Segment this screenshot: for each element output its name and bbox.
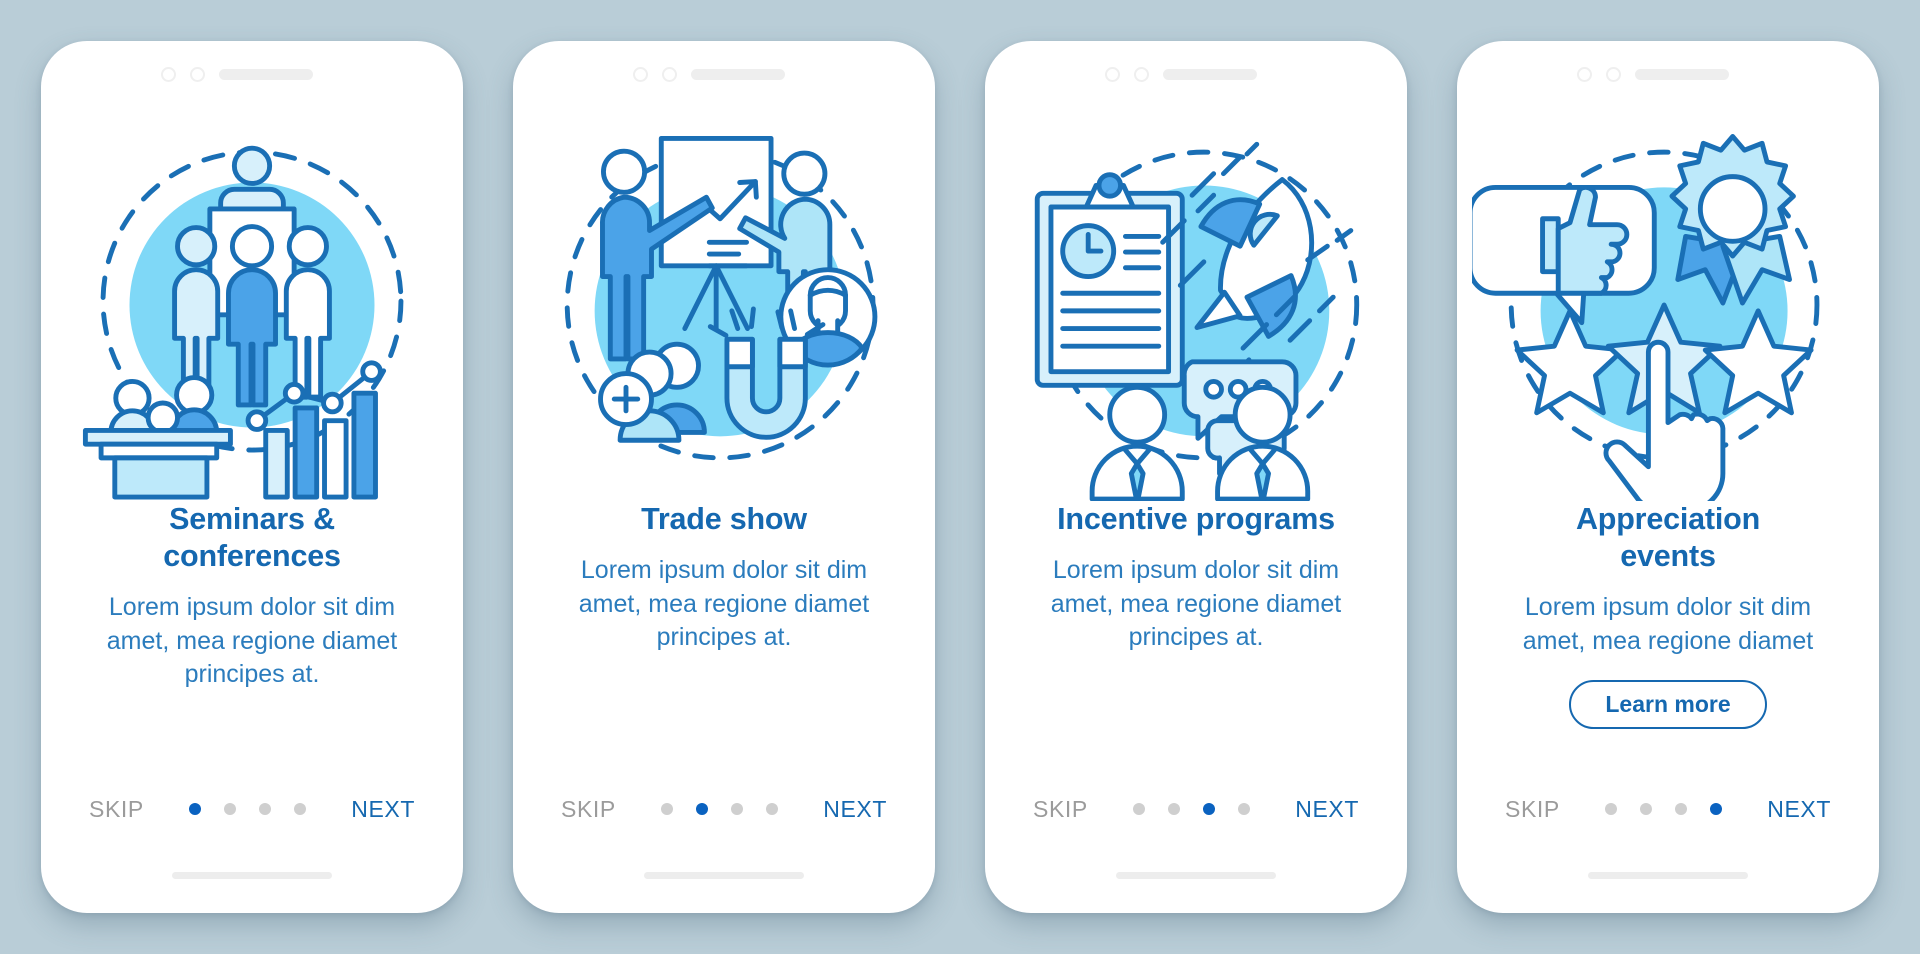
- phone-status-row: [1457, 41, 1879, 107]
- page-indicator-dots: [189, 803, 307, 815]
- page-indicator-dots: [1133, 803, 1251, 815]
- home-indicator[interactable]: [1116, 871, 1276, 879]
- camera-icon: [633, 66, 648, 82]
- page-dot-2[interactable]: [1640, 803, 1653, 815]
- next-button[interactable]: NEXT: [823, 796, 887, 823]
- onboarding-nav: SKIP NEXT: [985, 781, 1407, 837]
- card-text-trade-show: Trade show Lorem ipsum dolor sit dim ame…: [513, 501, 935, 781]
- page-dot-3[interactable]: [1203, 803, 1216, 815]
- phone-status-row: [985, 41, 1407, 107]
- page-dot-1[interactable]: [1605, 803, 1618, 815]
- page-dot-1[interactable]: [1133, 803, 1146, 815]
- page-description-line-3: principes at.: [1128, 623, 1264, 652]
- page-dot-2[interactable]: [1168, 803, 1181, 815]
- home-indicator[interactable]: [1588, 871, 1748, 879]
- camera-icon: [161, 66, 176, 82]
- incentive-programs-illustration: [1000, 109, 1392, 501]
- page-dot-3[interactable]: [1675, 803, 1688, 815]
- camera-icon: [1577, 66, 1592, 82]
- phone-screen-trade-show: Trade show Lorem ipsum dolor sit dim ame…: [513, 41, 935, 913]
- page-dot-1[interactable]: [189, 803, 202, 815]
- onboarding-nav: SKIP NEXT: [1457, 781, 1879, 837]
- phone-status-row: [41, 41, 463, 107]
- page-description-line-2: amet, mea regione diamet: [578, 589, 870, 618]
- home-indicator[interactable]: [644, 871, 804, 879]
- page-title: Incentive programs: [1057, 502, 1335, 536]
- trade-show-illustration: [528, 109, 920, 501]
- page-title-line-2: events: [1620, 539, 1716, 574]
- page-dot-3[interactable]: [731, 803, 744, 815]
- speaker-icon: [1635, 68, 1729, 80]
- phone-screen-seminars-conferences: Seminars & conferences Lorem ipsum dolor…: [41, 41, 463, 913]
- skip-button[interactable]: SKIP: [89, 796, 144, 823]
- page-description: Lorem ipsum dolor sit dim amet, mea regi…: [573, 554, 875, 655]
- page-indicator-dots: [661, 803, 779, 815]
- page-description-line-1: Lorem ipsum dolor sit dim: [108, 593, 396, 622]
- page-dot-3[interactable]: [259, 803, 272, 815]
- camera-icon: [1105, 66, 1120, 82]
- page-description: Lorem ipsum dolor sit dim amet, mea regi…: [1045, 554, 1347, 655]
- card-text-appreciation-events: Appreciation events Lorem ipsum dolor si…: [1457, 501, 1879, 781]
- page-description-line-2: amet, mea regione diamet: [1522, 626, 1814, 655]
- page-dot-4[interactable]: [1238, 803, 1251, 815]
- sensor-icon: [662, 66, 677, 82]
- onboarding-nav: SKIP NEXT: [41, 781, 463, 837]
- home-indicator-area: [41, 837, 463, 913]
- page-description-line-3: principes at.: [184, 660, 320, 689]
- phone-screen-incentive-programs: Incentive programs Lorem ipsum dolor sit…: [985, 41, 1407, 913]
- home-indicator[interactable]: [172, 871, 332, 879]
- page-description: Lorem ipsum dolor sit dim amet, mea regi…: [1517, 591, 1819, 658]
- speaker-icon: [219, 68, 313, 80]
- home-indicator-area: [1457, 837, 1879, 913]
- page-description-line-1: Lorem ipsum dolor sit dim: [1524, 593, 1812, 622]
- sensor-icon: [1606, 66, 1621, 82]
- page-indicator-dots: [1605, 803, 1723, 815]
- sensor-icon: [1134, 66, 1149, 82]
- page-title: Seminars & conferences: [153, 501, 351, 575]
- card-text-incentive-programs: Incentive programs Lorem ipsum dolor sit…: [985, 501, 1407, 781]
- onboarding-screens-stage: Seminars & conferences Lorem ipsum dolor…: [0, 0, 1920, 954]
- onboarding-nav: SKIP NEXT: [513, 781, 935, 837]
- page-title: Appreciation events: [1566, 501, 1770, 575]
- speaker-icon: [691, 68, 785, 80]
- speaker-icon: [1163, 68, 1257, 80]
- page-title-line-1: Appreciation: [1575, 502, 1760, 536]
- sensor-icon: [190, 66, 205, 82]
- next-button[interactable]: NEXT: [1295, 796, 1359, 823]
- page-dot-4[interactable]: [766, 803, 779, 815]
- card-text-seminars-conferences: Seminars & conferences Lorem ipsum dolor…: [41, 501, 463, 781]
- page-description-line-1: Lorem ipsum dolor sit dim: [580, 556, 868, 585]
- page-dot-1[interactable]: [661, 803, 674, 815]
- skip-button[interactable]: SKIP: [1505, 796, 1560, 823]
- page-description-line-2: amet, mea regione diamet: [1050, 589, 1342, 618]
- page-description-line-1: Lorem ipsum dolor sit dim: [1052, 556, 1340, 585]
- page-description-line-3: principes at.: [656, 623, 792, 652]
- seminars-conferences-illustration: [56, 109, 448, 501]
- next-button[interactable]: NEXT: [351, 796, 415, 823]
- skip-button[interactable]: SKIP: [561, 796, 616, 823]
- next-button[interactable]: NEXT: [1767, 796, 1831, 823]
- page-description: Lorem ipsum dolor sit dim amet, mea regi…: [101, 591, 403, 692]
- page-dot-4[interactable]: [294, 803, 307, 815]
- page-title: Trade show: [641, 502, 807, 536]
- page-dot-2[interactable]: [696, 803, 709, 815]
- phone-status-row: [513, 41, 935, 107]
- appreciation-events-illustration: [1472, 109, 1864, 501]
- skip-button[interactable]: SKIP: [1033, 796, 1088, 823]
- home-indicator-area: [985, 837, 1407, 913]
- page-description-line-2: amet, mea regione diamet: [106, 626, 398, 655]
- page-dot-2[interactable]: [224, 803, 237, 815]
- page-dot-4[interactable]: [1710, 803, 1723, 815]
- page-title-line-2: conferences: [163, 539, 341, 574]
- home-indicator-area: [513, 837, 935, 913]
- page-title-line-1: Seminars &: [169, 502, 335, 536]
- phone-screen-appreciation-events: Appreciation events Lorem ipsum dolor si…: [1457, 41, 1879, 913]
- learn-more-button[interactable]: Learn more: [1569, 680, 1767, 730]
